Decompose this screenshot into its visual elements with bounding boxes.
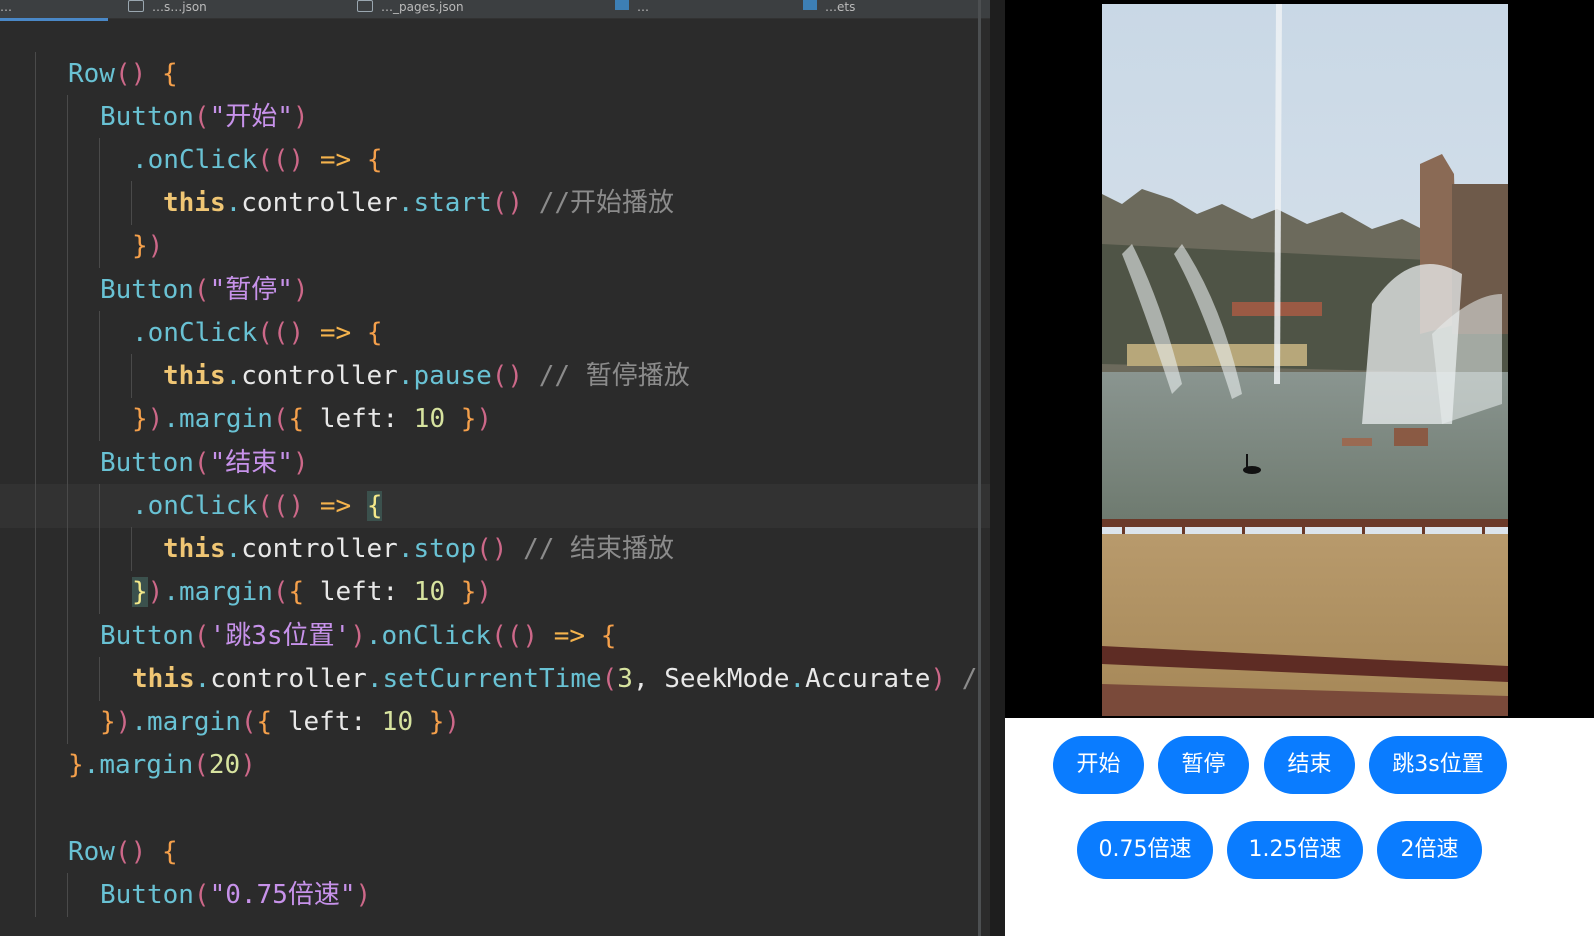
code-token: Button bbox=[100, 102, 194, 132]
matched-brace: { bbox=[366, 491, 383, 521]
tab-label: …ets bbox=[825, 0, 856, 14]
code-token: stop bbox=[413, 534, 477, 564]
code-line: Button('跳3s位置').onClick(() => { bbox=[0, 614, 990, 658]
code-comment: // 结束播放 bbox=[523, 534, 675, 564]
code-line: .onClick(() => { bbox=[0, 311, 990, 355]
device-preview: 开始 暂停 结束 跳3s位置 0.75倍速 1.25倍速 2倍速 bbox=[1005, 0, 1594, 936]
code-number: 10 bbox=[413, 577, 446, 607]
code-token: .onClick bbox=[132, 491, 258, 521]
editor-tab-4[interactable]: …ets bbox=[803, 0, 855, 18]
tab-label: …s…json bbox=[152, 0, 207, 14]
code-token: margin bbox=[146, 707, 241, 737]
tab-label: … bbox=[0, 0, 12, 14]
code-string: "0.75倍速" bbox=[209, 880, 356, 910]
code-token: controller bbox=[241, 188, 398, 218]
editor-scrollbar[interactable] bbox=[978, 0, 981, 936]
code-token: left bbox=[319, 404, 383, 434]
editor-tab-3[interactable]: … bbox=[615, 0, 649, 18]
tab-label: … bbox=[637, 0, 649, 14]
code-editor[interactable]: … …s…json …_pages.json … …ets Row() { Bu… bbox=[0, 0, 990, 936]
code-token: .onClick bbox=[365, 621, 492, 651]
code-token: start bbox=[413, 188, 492, 218]
code-token: setCurrentTime bbox=[382, 664, 602, 694]
code-comment: // 暂停播放 bbox=[538, 361, 690, 391]
code-token: SeekMode bbox=[664, 664, 790, 694]
matched-brace: } bbox=[132, 577, 148, 607]
json-file-icon bbox=[128, 0, 144, 12]
speed-125-button[interactable]: 1.25倍速 bbox=[1227, 821, 1363, 879]
code-line bbox=[0, 787, 990, 831]
code-keyword: this bbox=[163, 188, 226, 218]
code-token: Row bbox=[68, 837, 115, 867]
speed-075-button[interactable]: 0.75倍速 bbox=[1077, 821, 1213, 879]
code-comment: / bbox=[961, 664, 978, 694]
editor-tab-1[interactable]: …s…json bbox=[128, 0, 207, 18]
code-token: .onClick bbox=[132, 145, 258, 175]
code-string: "结束" bbox=[209, 448, 293, 478]
code-line: Button("开始") bbox=[0, 95, 990, 139]
video-frame bbox=[1102, 4, 1508, 716]
code-string: "暂停" bbox=[209, 275, 293, 305]
code-line: this.controller.setCurrentTime(3, SeekMo… bbox=[0, 657, 990, 701]
code-keyword: this bbox=[163, 534, 226, 564]
tab-label: …_pages.json bbox=[381, 0, 464, 14]
code-number: 10 bbox=[381, 707, 414, 737]
pause-button[interactable]: 暂停 bbox=[1158, 736, 1249, 794]
code-line: }).margin({ left: 10 }) bbox=[0, 397, 990, 441]
code-number: 10 bbox=[413, 404, 446, 434]
code-line: }).margin({ left: 10 }) bbox=[0, 700, 990, 744]
panel-divider[interactable] bbox=[990, 0, 1005, 936]
code-token: margin bbox=[99, 750, 194, 780]
code-number: 20 bbox=[208, 750, 241, 780]
code-line: Button("结束") bbox=[0, 441, 990, 485]
video-scene bbox=[1102, 4, 1508, 716]
speed-2x-button[interactable]: 2倍速 bbox=[1377, 821, 1482, 879]
code-line: Button("暂停") bbox=[0, 268, 990, 312]
code-token: Button bbox=[100, 621, 194, 651]
code-token: Button bbox=[100, 448, 194, 478]
ets-file-icon bbox=[803, 0, 817, 10]
code-token: Accurate bbox=[805, 664, 931, 694]
code-token: .onClick bbox=[132, 318, 258, 348]
code-number: 3 bbox=[617, 664, 633, 694]
ets-file-icon bbox=[615, 0, 629, 10]
code-token: margin bbox=[178, 404, 273, 434]
video-player[interactable] bbox=[1005, 0, 1594, 718]
code-token: controller bbox=[210, 664, 367, 694]
code-token: controller bbox=[241, 534, 398, 564]
code-token: Button bbox=[100, 880, 194, 910]
json-file-icon bbox=[357, 0, 373, 12]
code-line: this.controller.stop() // 结束播放 bbox=[0, 527, 990, 571]
code-line: this.controller.start() //开始播放 bbox=[0, 181, 990, 225]
code-line: }) bbox=[0, 224, 990, 268]
code-line: this.controller.pause() // 暂停播放 bbox=[0, 354, 990, 398]
code-token: pause bbox=[413, 361, 492, 391]
stop-button[interactable]: 结束 bbox=[1264, 736, 1355, 794]
editor-tab-2[interactable]: …_pages.json bbox=[357, 0, 464, 18]
code-keyword: this bbox=[163, 361, 226, 391]
code-keyword: this bbox=[132, 664, 195, 694]
seek-3s-button[interactable]: 跳3s位置 bbox=[1369, 736, 1507, 794]
code-token: Row bbox=[68, 59, 115, 89]
code-line: Row() { bbox=[0, 52, 990, 96]
code-token: left bbox=[319, 577, 383, 607]
code-string: '跳3s位置' bbox=[209, 621, 351, 651]
code-line: .onClick(() => { bbox=[0, 138, 990, 182]
code-line: Row() { bbox=[0, 830, 990, 874]
editor-tab-0[interactable]: … bbox=[0, 0, 108, 21]
code-token: left bbox=[287, 707, 351, 737]
code-line: }.margin(20) bbox=[0, 743, 990, 787]
code-line: }).margin({ left: 10 }) bbox=[0, 570, 990, 614]
editor-tab-bar: … …s…json …_pages.json … …ets bbox=[0, 0, 990, 21]
code-line-current: .onClick(() => { bbox=[0, 484, 990, 528]
start-button[interactable]: 开始 bbox=[1053, 736, 1144, 794]
code-comment: //开始播放 bbox=[538, 188, 675, 218]
code-token: margin bbox=[178, 577, 273, 607]
code-token: controller bbox=[241, 361, 398, 391]
code-line: Button("0.75倍速") bbox=[0, 873, 990, 917]
code-token: Button bbox=[100, 275, 194, 305]
code-string: "开始" bbox=[209, 102, 293, 132]
